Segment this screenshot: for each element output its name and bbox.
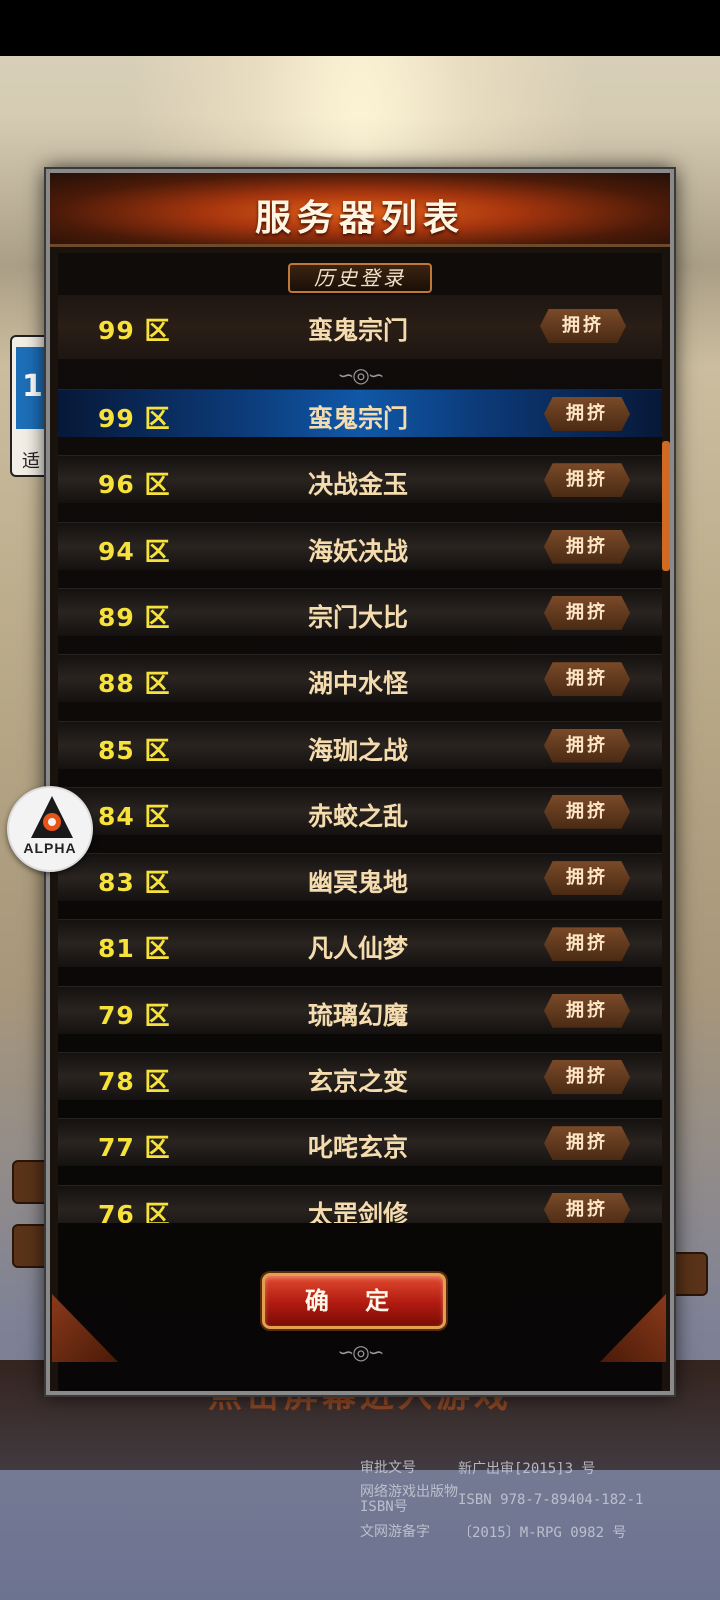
server-row[interactable]: 96 区 决战金玉 拥挤 — [58, 455, 662, 504]
server-zone: 78 区 — [98, 1067, 171, 1096]
alpha-logo-icon — [31, 796, 73, 838]
server-zone: 99 区 — [98, 404, 171, 433]
server-name: 蛮鬼宗门 — [307, 404, 408, 433]
server-status-tag: 拥挤 — [544, 993, 630, 1028]
server-row[interactable]: 83 区 幽冥鬼地 拥挤 — [58, 853, 662, 902]
history-zone: 99 区 — [98, 316, 171, 345]
server-zone: 96 区 — [98, 470, 171, 500]
server-status-tag: 拥挤 — [544, 397, 630, 431]
server-name: 玄京之变 — [307, 1067, 408, 1096]
server-status-tag: 拥挤 — [544, 1192, 630, 1223]
server-row[interactable]: 94 区 海妖决战 拥挤 — [58, 521, 662, 570]
server-zone: 79 区 — [98, 1000, 171, 1030]
dialog-header: 服务器列表 — [50, 173, 670, 247]
history-status-tag: 拥挤 — [540, 309, 626, 343]
server-status-tag: 拥挤 — [544, 861, 630, 896]
server-zone: 77 区 — [98, 1133, 171, 1163]
server-zone: 83 区 — [98, 868, 171, 898]
server-name: 宗门大比 — [307, 602, 408, 632]
server-zone: 88 区 — [98, 669, 171, 699]
alpha-label: ALPHA — [23, 840, 77, 856]
server-row[interactable]: 99 区 蛮鬼宗门 拥挤 — [58, 389, 662, 437]
dialog-body: 99 区 蛮鬼宗门 拥挤 历史登录 ∽◎∽ 99 区蛮鬼宗门 拥挤 96 区决战金玉… — [58, 253, 670, 1391]
alpha-float-button[interactable]: ALPHA — [7, 786, 93, 872]
server-status-tag: 拥挤 — [544, 595, 630, 630]
server-zone: 94 区 — [98, 536, 171, 566]
side-button-right[interactable] — [668, 1252, 708, 1296]
server-name: 海珈之战 — [307, 735, 408, 765]
server-name: 幽冥鬼地 — [307, 868, 408, 898]
record-key: 文网游备字 — [360, 1523, 430, 1540]
approval-key: 审批文号 — [360, 1459, 416, 1476]
cloud-ornament-icon: ∽◎∽ — [337, 363, 385, 387]
server-name: 海妖决战 — [307, 536, 408, 566]
server-row[interactable]: 84 区 赤蛟之乱 拥挤 — [58, 786, 662, 835]
server-name: 湖中水怪 — [307, 669, 408, 699]
server-status-tag: 拥挤 — [544, 1126, 630, 1161]
age-rating-text: 适 — [22, 451, 40, 472]
approval-value: 新广出审[2015]3 号 — [458, 1461, 596, 1477]
server-status-tag: 拥挤 — [544, 728, 630, 763]
server-name: 太罡剑修 — [307, 1199, 408, 1223]
history-login-label: 历史登录 — [288, 263, 432, 293]
history-server-name: 蛮鬼宗门 — [307, 316, 408, 345]
server-zone: 84 区 — [98, 801, 171, 831]
server-row[interactable]: 89 区 宗门大比 拥挤 — [58, 587, 662, 636]
server-name: 琉璃幻魔 — [307, 1000, 408, 1030]
server-zone: 76 区 — [98, 1199, 171, 1223]
scrollbar[interactable] — [662, 441, 670, 571]
server-status-tag: 拥挤 — [544, 927, 630, 962]
age-rating-badge: 1 适 — [10, 335, 50, 477]
server-row[interactable]: 77 区 叱咤玄京 拥挤 — [58, 1118, 662, 1167]
dialog-title: 服务器列表 — [254, 197, 465, 239]
license-info: 审批文号 新广出审[2015]3 号 网络游戏出版物ISBN号 ISBN 978-7… — [360, 1452, 700, 1548]
server-status-tag: 拥挤 — [544, 794, 630, 829]
server-name: 凡人仙梦 — [307, 934, 408, 964]
server-status-tag: 拥挤 — [544, 1060, 630, 1094]
server-list[interactable]: 99 区蛮鬼宗门 拥挤 96 区决战金玉 拥挤 94 区海妖决战 拥挤 89 区宗门大比 拥挤… — [58, 385, 662, 1223]
isbn-key: 网络游戏出版物ISBN号 — [360, 1484, 458, 1515]
server-row[interactable]: 81 区 凡人仙梦 拥挤 — [58, 919, 662, 968]
status-bar — [0, 0, 720, 56]
age-rating-number: 1 — [16, 347, 48, 429]
record-value: 〔2015〕M-RPG 0982 号 — [458, 1525, 627, 1541]
server-row[interactable]: 79 区 琉璃幻魔 拥挤 — [58, 985, 662, 1034]
bottom-cloud-ornament-icon: ∽◎∽ — [337, 1340, 385, 1364]
isbn-value: ISBN 978-7-89404-182-1 — [458, 1492, 644, 1508]
server-row[interactable]: 78 区 玄京之变 拥挤 — [58, 1052, 662, 1100]
server-status-tag: 拥挤 — [544, 662, 630, 697]
server-name: 叱咤玄京 — [307, 1133, 408, 1163]
confirm-button[interactable]: 确 定 — [262, 1273, 446, 1329]
history-server-row[interactable]: 99 区 蛮鬼宗门 拥挤 — [58, 295, 662, 359]
server-row[interactable]: 85 区 海珈之战 拥挤 — [58, 720, 662, 769]
server-status-tag: 拥挤 — [544, 463, 630, 498]
server-zone: 81 区 — [98, 934, 171, 964]
server-list-dialog: 服务器列表 99 区 蛮鬼宗门 拥挤 历史登录 ∽◎∽ 99 区蛮鬼宗门 拥挤 96… — [46, 169, 674, 1395]
server-zone: 89 区 — [98, 602, 171, 632]
server-status-tag: 拥挤 — [544, 529, 630, 564]
server-row[interactable]: 88 区 湖中水怪 拥挤 — [58, 654, 662, 703]
server-name: 赤蛟之乱 — [307, 801, 408, 831]
server-row[interactable]: 76 区 太罡剑修 拥挤 — [58, 1184, 662, 1223]
server-name: 决战金玉 — [307, 470, 408, 500]
server-zone: 85 区 — [98, 735, 171, 765]
